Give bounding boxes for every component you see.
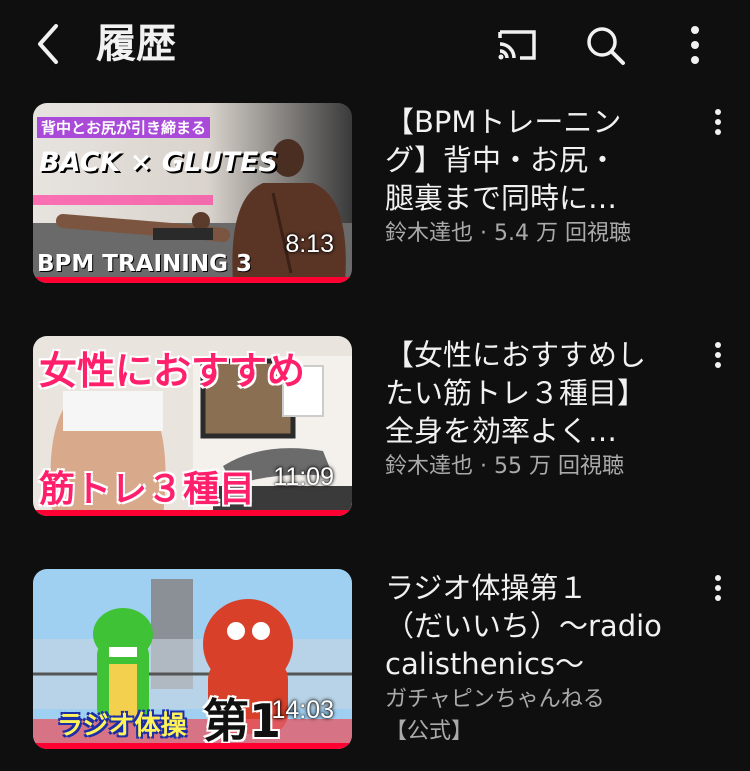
video-title[interactable]: ラジオ体操第１ （だいいち）～radio calisthenics～ bbox=[385, 569, 685, 683]
search-button[interactable] bbox=[582, 22, 628, 68]
more-vert-icon bbox=[715, 342, 721, 368]
watch-progress-fill bbox=[33, 277, 352, 283]
video-more-button[interactable] bbox=[704, 340, 732, 374]
video-title-line: 【BPMトレーニン bbox=[385, 105, 622, 139]
thumbnail-footer-text: BPM TRAINING 3 bbox=[37, 251, 252, 277]
thumbnail-bottom-text: 筋トレ３種目 bbox=[39, 469, 256, 510]
video-more-button[interactable] bbox=[704, 107, 732, 141]
video-title-line: 腿裏まで同時に… bbox=[385, 181, 618, 215]
video-channel: ガチャピンちゃんねる bbox=[385, 687, 605, 712]
video-thumbnail[interactable]: ラジオ体操 第1 14:03 bbox=[33, 569, 352, 749]
overflow-menu-button[interactable] bbox=[672, 22, 718, 68]
duration-badge: 14:03 bbox=[271, 696, 334, 724]
thumbnail-headline-text: BACK × GLUTES bbox=[39, 147, 278, 178]
video-meta: ガチャピンちゃんねる 【公式】 bbox=[385, 684, 685, 748]
thumbnail-left-text: ラジオ体操 bbox=[57, 711, 187, 741]
video-item[interactable]: ラジオ体操 第1 14:03 ラジオ体操第１ （だいいち）～radio cali… bbox=[0, 569, 750, 769]
more-vert-icon bbox=[715, 109, 721, 135]
watch-progress-fill bbox=[33, 743, 352, 749]
video-title-line: 全身を効率よく… bbox=[385, 414, 618, 448]
video-channel-suffix: 【公式】 bbox=[385, 719, 474, 744]
video-title-line: たい筋トレ３種目】 bbox=[385, 376, 647, 410]
video-title-line: グ】背中・お尻・ bbox=[385, 143, 618, 177]
watch-progress-bar bbox=[33, 277, 352, 283]
cast-button[interactable] bbox=[494, 22, 540, 68]
video-more-button[interactable] bbox=[704, 573, 732, 607]
video-info: 【女性におすすめし たい筋トレ３種目】 全身を効率よく… 鈴木達也 · 55 万… bbox=[385, 336, 685, 483]
video-thumbnail[interactable]: 女性におすすめ 筋トレ３種目 11:09 bbox=[33, 336, 352, 516]
video-title[interactable]: 【女性におすすめし たい筋トレ３種目】 全身を効率よく… bbox=[385, 336, 685, 450]
top-app-bar: 履歴 bbox=[0, 0, 750, 90]
cast-icon bbox=[498, 30, 536, 60]
video-title-line: ラジオ体操第１ bbox=[385, 571, 588, 605]
video-title[interactable]: 【BPMトレーニン グ】背中・お尻・ 腿裏まで同時に… bbox=[385, 103, 685, 217]
video-title-line: calisthenics～ bbox=[385, 647, 585, 681]
video-info: ラジオ体操第１ （だいいち）～radio calisthenics～ ガチャピン… bbox=[385, 569, 685, 748]
video-thumbnail[interactable]: 背中とお尻が引き締まる BACK × GLUTES BPM TRAINING 3… bbox=[33, 103, 352, 283]
thumbnail-right-text: 第1 bbox=[203, 694, 282, 748]
back-button[interactable] bbox=[28, 22, 72, 66]
watch-progress-fill bbox=[33, 510, 352, 516]
watch-progress-bar bbox=[33, 510, 352, 516]
video-title-line: 【女性におすすめし bbox=[385, 338, 647, 372]
thumbnail-top-text: 女性におすすめ bbox=[39, 349, 306, 393]
watch-progress-bar bbox=[33, 743, 352, 749]
more-vert-icon bbox=[715, 575, 721, 601]
back-arrow-icon bbox=[38, 24, 58, 64]
video-info: 【BPMトレーニン グ】背中・お尻・ 腿裏まで同時に… 鈴木達也 · 5.4 万… bbox=[385, 103, 685, 250]
video-item[interactable]: 女性におすすめ 筋トレ３種目 11:09 【女性におすすめし たい筋トレ３種目】… bbox=[0, 336, 750, 536]
page-title: 履歴 bbox=[96, 21, 176, 67]
search-icon bbox=[587, 27, 625, 65]
duration-badge: 8:13 bbox=[285, 230, 334, 258]
video-title-line: （だいいち）～radio bbox=[385, 609, 662, 643]
video-meta: 鈴木達也 · 5.4 万 回視聴 bbox=[385, 221, 631, 246]
thumbnail-banner-text: 背中とお尻が引き締まる bbox=[37, 117, 211, 138]
video-item[interactable]: 背中とお尻が引き締まる BACK × GLUTES BPM TRAINING 3… bbox=[0, 103, 750, 303]
more-vert-icon bbox=[691, 26, 699, 64]
video-meta: 鈴木達也 · 55 万 回視聴 bbox=[385, 454, 624, 479]
duration-badge: 11:09 bbox=[273, 463, 334, 491]
